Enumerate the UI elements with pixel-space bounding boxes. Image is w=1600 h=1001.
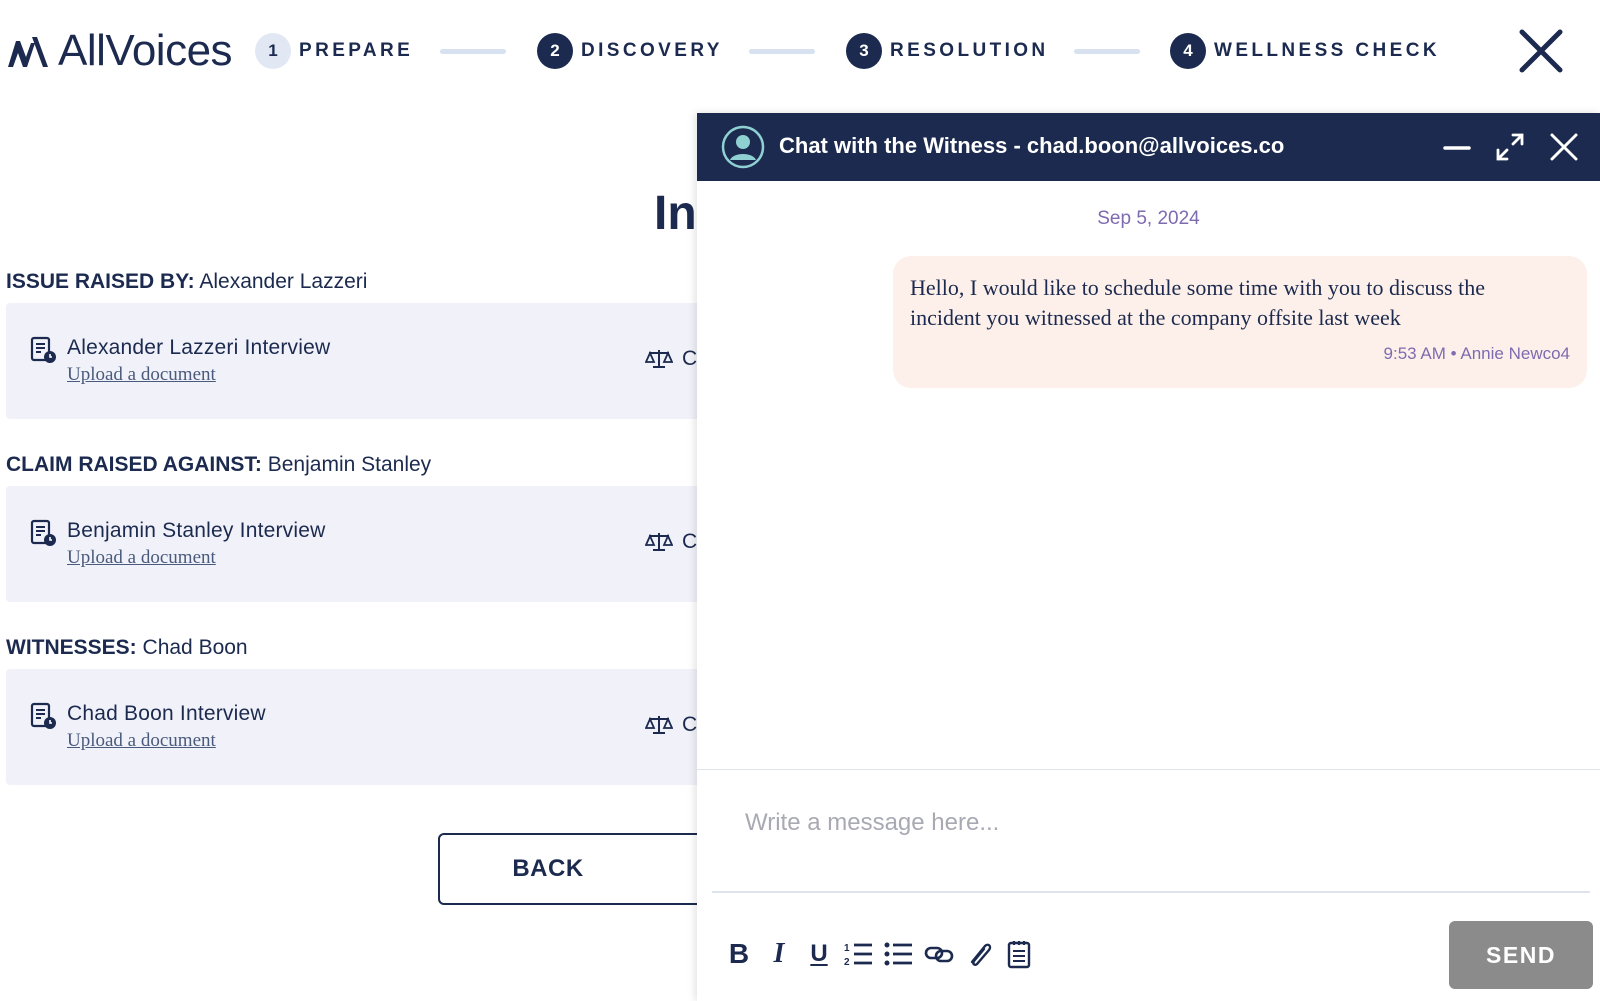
section-heading-label: CLAIM RAISED AGAINST: (6, 453, 262, 476)
interview-card: Benjamin Stanley Interview Upload a docu… (6, 486, 726, 602)
send-button[interactable]: SEND (1449, 921, 1593, 989)
page-title: In (654, 187, 697, 240)
italic-icon[interactable]: I (759, 936, 799, 972)
step-number: 2 (537, 33, 573, 69)
interview-title: Chad Boon Interview (67, 702, 266, 725)
logo-text: AllVoices (58, 26, 233, 75)
step-number: 4 (1170, 33, 1206, 69)
allvoices-logo-icon (8, 37, 48, 67)
interview-title: Alexander Lazzeri Interview (67, 336, 331, 359)
upload-document-link[interactable]: Upload a document (67, 364, 216, 386)
step-resolution[interactable]: 3 RESOLUTION (846, 33, 1049, 69)
section-heading-value: Chad Boon (142, 636, 248, 659)
svg-text:2: 2 (844, 957, 850, 967)
claim-raised-against-heading: CLAIM RAISED AGAINST: Benjamin Stanley (6, 453, 431, 477)
upload-document-link[interactable]: Upload a document (67, 730, 216, 752)
step-connector (1074, 49, 1140, 54)
close-icon[interactable] (1518, 28, 1564, 74)
bold-icon[interactable]: B (719, 936, 759, 972)
interview-title: Benjamin Stanley Interview (67, 519, 326, 542)
interview-card: Alexander Lazzeri Interview Upload a doc… (6, 303, 726, 419)
underline-icon[interactable]: U (799, 936, 839, 972)
step-number: 1 (255, 33, 291, 69)
interview-card: Chad Boon Interview Upload a document C (6, 669, 726, 785)
upload-document-link[interactable]: Upload a document (67, 547, 216, 569)
section-heading-label: ISSUE RAISED BY: (6, 270, 195, 293)
scale-icon (645, 533, 673, 551)
step-label: WELLNESS CHECK (1214, 40, 1440, 61)
attachment-icon[interactable] (959, 936, 999, 972)
document-icon (30, 519, 56, 546)
close-icon[interactable] (1548, 131, 1580, 163)
bullet-list-icon[interactable] (879, 936, 919, 972)
formatting-toolbar: B I U 1 2 (719, 936, 1039, 972)
expand-icon[interactable] (1494, 131, 1526, 163)
allvoices-logo: AllVoices (6, 26, 233, 75)
message-meta: 9:53 AM • Annie Newco4 (1383, 344, 1570, 363)
step-label: PREPARE (299, 40, 414, 61)
step-prepare[interactable]: 1 PREPARE (255, 33, 413, 69)
step-connector (440, 49, 506, 54)
step-number: 3 (846, 33, 882, 69)
message-input[interactable] (745, 798, 1565, 848)
card-action-text: C (682, 530, 698, 553)
chat-title: Chat with the Witness - chad.boon@allvoi… (779, 133, 1285, 158)
step-wellness-check[interactable]: 4 WELLNESS CHECK (1170, 33, 1440, 69)
top-header: AllVoices 1 PREPARE 2 DISCOVERY 3 RESOLU… (0, 0, 1600, 100)
page: AllVoices 1 PREPARE 2 DISCOVERY 3 RESOLU… (0, 0, 1600, 1001)
section-heading-label: WITNESSES: (6, 636, 137, 659)
minimize-icon[interactable] (1442, 133, 1472, 163)
issue-raised-by-heading: ISSUE RAISED BY: Alexander Lazzeri (6, 270, 367, 294)
chat-message: Hello, I would like to schedule some tim… (893, 256, 1587, 388)
step-label: RESOLUTION (890, 40, 1049, 61)
step-label: DISCOVERY (581, 40, 723, 61)
step-discovery[interactable]: 2 DISCOVERY (537, 33, 723, 69)
message-date: Sep 5, 2024 (1097, 208, 1200, 229)
ordered-list-icon[interactable]: 1 2 (839, 936, 879, 972)
chat-panel: Chat with the Witness - chad.boon@allvoi… (697, 113, 1600, 1001)
scale-icon (645, 716, 673, 734)
section-heading-value: Benjamin Stanley (267, 453, 432, 476)
scale-icon (645, 350, 673, 368)
step-connector (749, 49, 815, 54)
user-avatar-icon (721, 125, 765, 169)
divider (712, 891, 1590, 893)
section-heading-value: Alexander Lazzeri (199, 270, 368, 293)
witnesses-heading: WITNESSES: Chad Boon (6, 636, 248, 660)
divider (697, 769, 1600, 770)
svg-text:1: 1 (844, 943, 850, 954)
document-icon (30, 336, 56, 363)
chat-header: Chat with the Witness - chad.boon@allvoi… (697, 113, 1600, 181)
link-icon[interactable] (919, 936, 959, 972)
document-icon (30, 702, 56, 729)
card-action-text: C (682, 713, 698, 736)
clipboard-icon[interactable] (999, 936, 1039, 972)
message-text: Hello, I would like to schedule some tim… (910, 275, 1485, 330)
card-action-text: C (682, 347, 698, 370)
